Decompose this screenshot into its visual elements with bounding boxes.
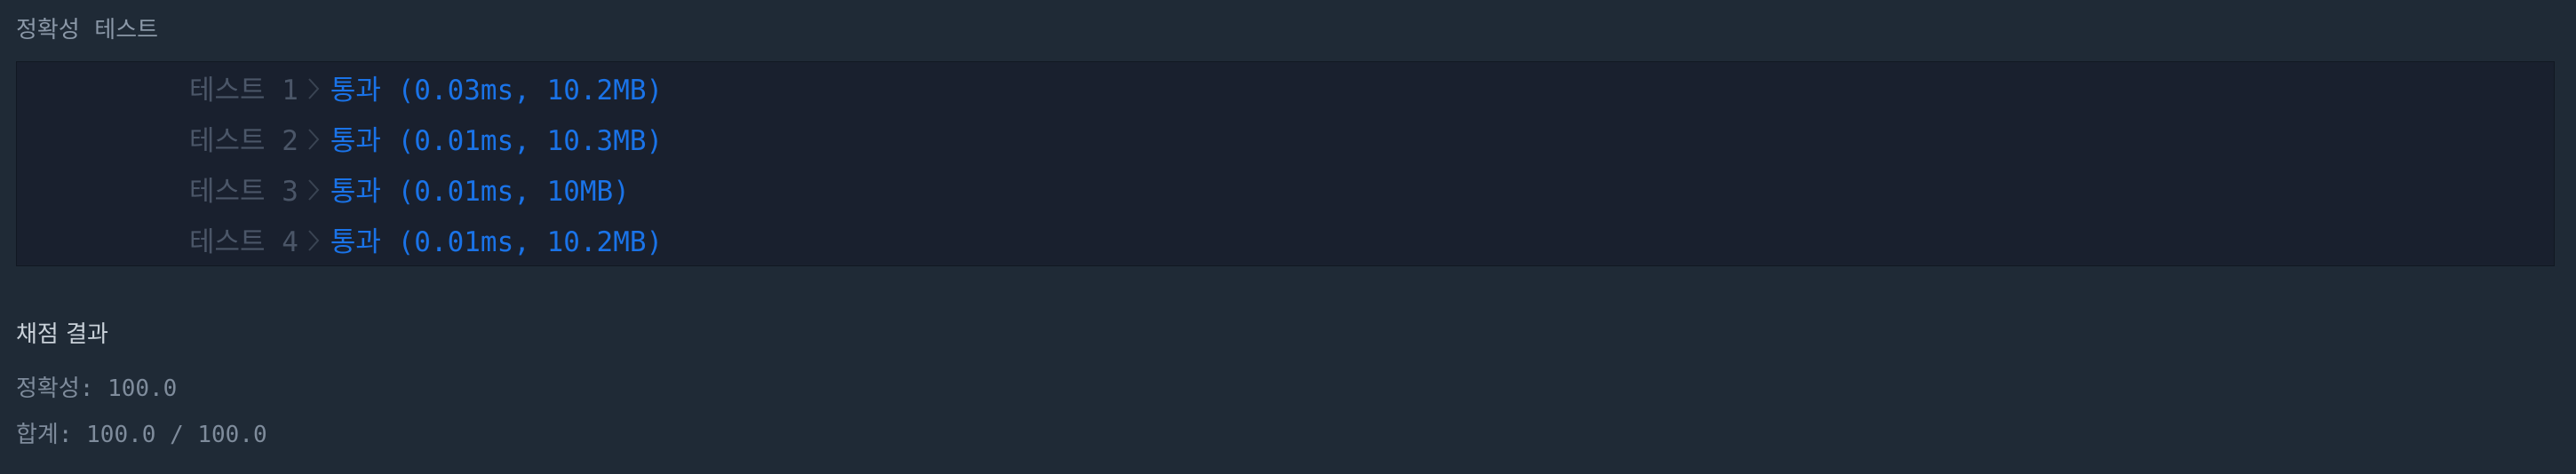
test-results-panel: 테스트 1 통과 (0.03ms, 10.2MB) 테스트 2 통과 (0.01… <box>16 61 2555 266</box>
test-result-pass: 통과 (0.03ms, 10.2MB) <box>330 74 664 107</box>
test-result-pass: 통과 (0.01ms, 10.3MB) <box>330 124 664 157</box>
test-label: 테스트 1 <box>189 74 298 107</box>
total-score: 합계: 100.0 / 100.0 <box>16 422 267 448</box>
grading-result-heading: 채점 결과 <box>16 321 108 348</box>
test-result-pass: 통과 (0.01ms, 10MB) <box>330 175 630 208</box>
chevron-right-icon <box>307 125 320 150</box>
chevron-right-icon <box>307 75 320 99</box>
test-label: 테스트 3 <box>189 175 298 208</box>
accuracy-test-heading: 정확성 테스트 <box>16 17 159 43</box>
test-result-row: 테스트 2 통과 (0.01ms, 10.3MB) <box>189 115 663 160</box>
test-label: 테스트 2 <box>189 124 298 157</box>
chevron-right-icon <box>307 176 320 201</box>
chevron-right-icon <box>307 226 320 251</box>
test-label: 테스트 4 <box>189 225 298 258</box>
test-result-row: 테스트 1 통과 (0.03ms, 10.2MB) <box>189 65 663 109</box>
test-result-row: 테스트 3 통과 (0.01ms, 10MB) <box>189 166 630 210</box>
accuracy-score: 정확성: 100.0 <box>16 375 178 402</box>
test-result-row: 테스트 4 통과 (0.01ms, 10.2MB) <box>189 217 663 261</box>
test-result-pass: 통과 (0.01ms, 10.2MB) <box>330 225 664 258</box>
